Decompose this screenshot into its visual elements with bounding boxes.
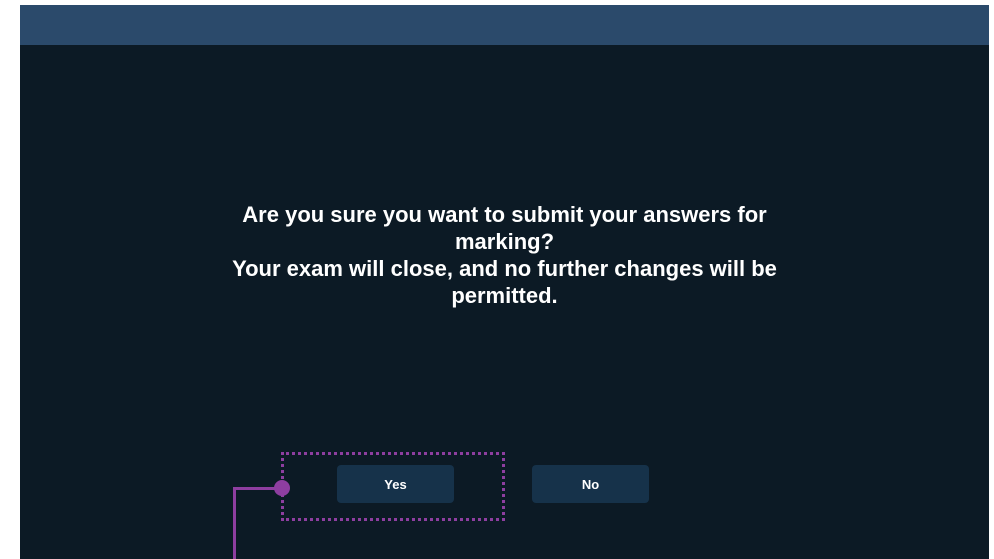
top-bar [20,5,989,45]
message-line-3: Your exam will close, and no further cha… [232,256,777,281]
yes-button-highlight-annotation [281,452,505,521]
message-line-1: Are you sure you want to submit your ans… [242,202,767,227]
callout-dot [274,480,290,496]
no-button[interactable]: No [532,465,649,503]
message-line-2: marking? [454,229,555,254]
confirmation-message: Are you sure you want to submit your ans… [20,201,989,309]
message-line-4: permitted. [451,283,558,308]
callout-line [233,487,283,559]
page: Are you sure you want to submit your ans… [0,0,994,559]
